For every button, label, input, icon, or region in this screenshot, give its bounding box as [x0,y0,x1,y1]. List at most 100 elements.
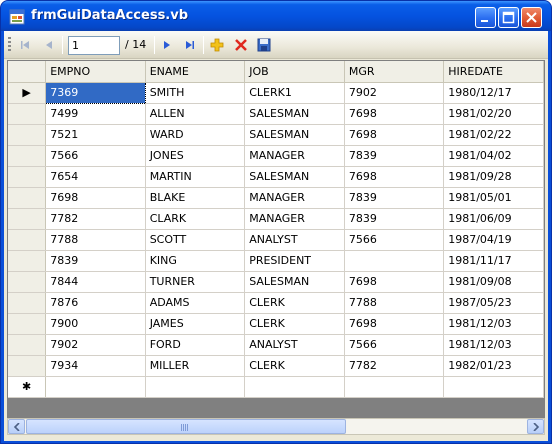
column-header-empno[interactable]: EMPNO [45,61,146,83]
cell-job[interactable]: SALESMAN [244,166,345,188]
cell-empno[interactable]: 7788 [45,229,146,251]
table-row[interactable]: 7566 JONES MANAGER 7839 1981/04/02 [8,145,544,167]
move-last-button[interactable] [181,36,199,54]
cell-job[interactable]: MANAGER [244,208,345,230]
cell-mgr[interactable]: 7839 [344,145,445,167]
cell-ename[interactable]: SCOTT [145,229,246,251]
scroll-thumb[interactable] [26,419,346,434]
table-row[interactable]: 7934 MILLER CLERK 7782 1982/01/23 [8,355,544,377]
cell-job[interactable]: CLERK [244,292,345,314]
cell-hiredate[interactable]: 1981/09/08 [443,271,544,293]
delete-button[interactable] [232,36,250,54]
cell-mgr[interactable]: 7788 [344,292,445,314]
cell-ename[interactable]: FORD [145,334,246,356]
row-header[interactable] [8,208,47,230]
cell-empno[interactable]: 7839 [45,250,146,272]
cell-empno[interactable]: 7499 [45,103,146,125]
cell-empno[interactable]: 7566 [45,145,146,167]
cell-job[interactable]: ANALYST [244,229,345,251]
row-header[interactable] [8,355,47,377]
cell-hiredate[interactable]: 1981/12/03 [443,334,544,356]
row-header[interactable] [8,187,47,209]
maximize-button[interactable] [498,7,519,28]
cell-ename[interactable]: MARTIN [145,166,246,188]
cell-hiredate[interactable]: 1981/02/20 [443,103,544,125]
move-next-button[interactable] [158,36,176,54]
column-header-job[interactable]: JOB [244,61,345,83]
table-row[interactable]: 7788 SCOTT ANALYST 7566 1987/04/19 [8,229,544,251]
new-row-cell[interactable] [145,376,246,398]
cell-hiredate[interactable]: 1981/09/28 [443,166,544,188]
cell-mgr[interactable]: 7698 [344,166,445,188]
row-header[interactable] [8,271,47,293]
table-row[interactable]: 7876 ADAMS CLERK 7788 1987/05/23 [8,292,544,314]
cell-empno[interactable]: 7934 [45,355,146,377]
row-header[interactable] [8,250,47,272]
cell-hiredate[interactable]: 1982/01/23 [443,355,544,377]
cell-mgr[interactable]: 7566 [344,229,445,251]
cell-empno[interactable]: 7369 [45,81,146,104]
horizontal-scrollbar[interactable] [7,418,545,435]
cell-job[interactable]: ANALYST [244,334,345,356]
cell-mgr[interactable]: 7902 [344,82,445,104]
add-new-button[interactable] [208,36,226,54]
cell-ename[interactable]: JONES [145,145,246,167]
cell-hiredate[interactable]: 1981/11/17 [443,250,544,272]
cell-mgr[interactable]: 7698 [344,271,445,293]
row-header[interactable] [8,292,47,314]
cell-mgr[interactable] [344,250,445,272]
cell-job[interactable]: SALESMAN [244,103,345,125]
cell-empno[interactable]: 7782 [45,208,146,230]
save-button[interactable] [255,36,273,54]
close-button[interactable] [521,7,542,28]
cell-ename[interactable]: ADAMS [145,292,246,314]
cell-hiredate[interactable]: 1981/12/03 [443,313,544,335]
cell-hiredate[interactable]: 1981/06/09 [443,208,544,230]
row-header[interactable] [8,124,47,146]
scroll-left-button[interactable] [8,419,25,434]
table-row[interactable]: 7902 FORD ANALYST 7566 1981/12/03 [8,334,544,356]
minimize-button[interactable] [475,7,496,28]
scroll-right-button[interactable] [527,419,544,434]
cell-empno[interactable]: 7698 [45,187,146,209]
row-header[interactable] [8,145,47,167]
cell-mgr[interactable]: 7839 [344,187,445,209]
row-header[interactable] [8,334,47,356]
cell-empno[interactable]: 7876 [45,292,146,314]
cell-empno[interactable]: 7844 [45,271,146,293]
cell-job[interactable]: CLERK [244,313,345,335]
corner-header[interactable] [8,61,47,83]
new-row-cell[interactable] [244,376,345,398]
cell-ename[interactable]: JAMES [145,313,246,335]
row-header[interactable]: ▶ [8,82,47,104]
move-first-button[interactable] [16,36,34,54]
cell-ename[interactable]: BLAKE [145,187,246,209]
cell-job[interactable]: PRESIDENT [244,250,345,272]
table-row[interactable]: 7839 KING PRESIDENT 1981/11/17 [8,250,544,272]
table-row[interactable]: ▶ 7369 SMITH CLERK1 7902 1980/12/17 [8,81,544,104]
cell-job[interactable]: CLERK [244,355,345,377]
row-header[interactable] [8,103,47,125]
cell-mgr[interactable]: 7566 [344,334,445,356]
title-bar[interactable]: frmGuiDataAccess.vb [1,1,551,31]
column-header-ename[interactable]: ENAME [145,61,246,83]
new-row[interactable]: ✱ [8,376,544,398]
cell-mgr[interactable]: 7698 [344,313,445,335]
cell-hiredate[interactable]: 1987/04/19 [443,229,544,251]
cell-ename[interactable]: TURNER [145,271,246,293]
column-header-hiredate[interactable]: HIREDATE [443,61,544,83]
cell-ename[interactable]: MILLER [145,355,246,377]
cell-hiredate[interactable]: 1981/02/22 [443,124,544,146]
new-row-cell[interactable] [45,376,146,398]
new-row-cell[interactable] [443,376,544,398]
table-row[interactable]: 7499 ALLEN SALESMAN 7698 1981/02/20 [8,103,544,125]
table-row[interactable]: 7782 CLARK MANAGER 7839 1981/06/09 [8,208,544,230]
row-header[interactable] [8,229,47,251]
data-grid-view[interactable]: EMPNO ENAME JOB MGR HIREDATE ▶ 7369 SMITH C… [7,60,545,418]
table-row[interactable]: 7844 TURNER SALESMAN 7698 1981/09/08 [8,271,544,293]
cell-empno[interactable]: 7654 [45,166,146,188]
cell-job[interactable]: SALESMAN [244,124,345,146]
cell-ename[interactable]: CLARK [145,208,246,230]
cell-job[interactable]: MANAGER [244,145,345,167]
position-input[interactable] [68,36,120,55]
